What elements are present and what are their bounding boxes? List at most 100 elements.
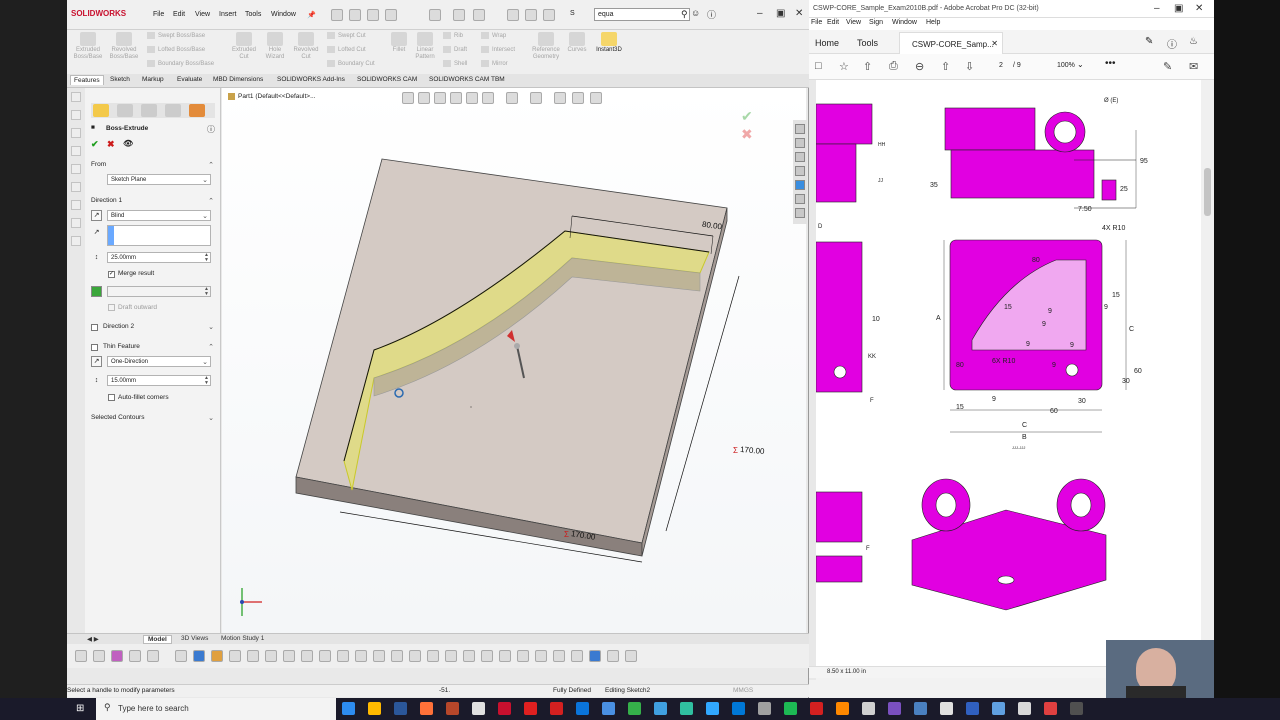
app-icon[interactable] xyxy=(758,702,771,715)
wrap-button[interactable]: Wrap xyxy=(481,32,506,39)
app-icon[interactable] xyxy=(472,702,485,715)
sketch-tool-icon[interactable] xyxy=(319,650,331,662)
status-units[interactable]: MMGS xyxy=(733,687,753,694)
pm-help-icon[interactable]: ⓘ xyxy=(207,124,215,135)
depth-input[interactable]: 25.00mm ▲ ▼ xyxy=(107,252,211,263)
extruded-boss-button[interactable]: Extruded Boss/Base xyxy=(71,32,105,61)
front-plane-icon[interactable] xyxy=(71,182,81,192)
tab-home[interactable]: Home xyxy=(815,38,839,48)
display-manager-tab-icon[interactable] xyxy=(189,104,205,117)
zoom-out-icon[interactable]: ⊖ xyxy=(915,60,924,73)
design-library-icon[interactable] xyxy=(795,138,805,148)
revolved-boss-button[interactable]: Revolved Boss/Base xyxy=(107,32,141,61)
menu-file[interactable]: File xyxy=(153,11,164,18)
tab-solidworks-addins[interactable]: SOLIDWORKS Add-Ins xyxy=(277,76,345,83)
scroll-thumb[interactable] xyxy=(1204,168,1211,216)
sketch-tool-icon[interactable] xyxy=(193,650,205,662)
app-icon[interactable] xyxy=(732,702,745,715)
draft-angle-input[interactable]: ▲ ▼ xyxy=(107,286,211,297)
word-icon[interactable] xyxy=(394,702,407,715)
menu-view[interactable]: View xyxy=(195,11,210,18)
powerpoint-icon[interactable] xyxy=(446,702,459,715)
help-icon[interactable]: ⓘ xyxy=(1167,36,1177,51)
home-icon[interactable] xyxy=(331,9,343,21)
spinner-icon[interactable]: ▲ ▼ xyxy=(204,253,209,263)
menu-edit[interactable]: Edit xyxy=(173,11,185,18)
from-select[interactable]: Sketch Plane ⌄ xyxy=(107,174,211,185)
page-number-input[interactable]: 2 xyxy=(999,62,1003,69)
acro-menu-help[interactable]: Help xyxy=(926,19,940,26)
windows-start-icon[interactable]: ⊞ xyxy=(76,703,84,714)
sketch-tool-icon[interactable] xyxy=(553,650,565,662)
lofted-boss-button[interactable]: Lofted Boss/Base xyxy=(147,46,205,53)
menu-insert[interactable]: Insert xyxy=(219,11,237,18)
sw-resources-icon[interactable] xyxy=(795,124,805,134)
solidworks-icon[interactable] xyxy=(498,702,511,715)
linear-pattern-button[interactable]: Linear Pattern xyxy=(411,32,439,61)
sensors-icon[interactable] xyxy=(71,128,81,138)
sketch-tool-icon[interactable] xyxy=(211,650,223,662)
bookmark-star-icon[interactable]: ☆ xyxy=(839,60,849,73)
vlc-icon[interactable] xyxy=(836,702,849,715)
save-icon[interactable] xyxy=(385,9,397,21)
acro-menu-sign[interactable]: Sign xyxy=(869,19,883,26)
reverse-direction-icon[interactable]: ↗ xyxy=(91,210,102,221)
preview-eye-icon[interactable]: 👁 xyxy=(123,139,133,148)
search-icon[interactable]: ⚲ xyxy=(681,9,688,20)
boundary-boss-button[interactable]: Boundary Boss/Base xyxy=(147,60,214,67)
file-properties-icon[interactable] xyxy=(525,9,537,21)
sketch-tool-icon[interactable] xyxy=(75,650,87,662)
custom-properties-icon[interactable] xyxy=(795,194,805,204)
tab-motion-study[interactable]: Motion Study 1 xyxy=(221,635,264,642)
property-manager-tab-icon[interactable] xyxy=(117,104,133,117)
direction-vector-field[interactable] xyxy=(107,225,211,246)
close-icon[interactable]: ✕ xyxy=(1195,3,1203,14)
sketch-tool-icon[interactable] xyxy=(283,650,295,662)
app-icon[interactable] xyxy=(1018,702,1031,715)
pin-icon[interactable]: 📌 xyxy=(307,11,316,19)
app-icon[interactable] xyxy=(888,702,901,715)
user-icon[interactable]: ☺ xyxy=(691,8,700,18)
sw-search-input[interactable]: equa xyxy=(594,8,690,21)
lofted-cut-button[interactable]: Lofted Cut xyxy=(327,46,366,53)
app-icon[interactable] xyxy=(1070,702,1083,715)
save-icon[interactable]: □ xyxy=(815,60,822,72)
swept-boss-button[interactable]: Swept Boss/Base xyxy=(147,32,205,39)
document-tab[interactable]: CSWP-CORE_Samp... ✕ xyxy=(899,32,1003,54)
material-icon[interactable] xyxy=(71,164,81,174)
open-icon[interactable] xyxy=(367,9,379,21)
curves-button[interactable]: Curves xyxy=(565,32,589,54)
annotations-icon[interactable] xyxy=(71,146,81,156)
acrobat-nav-pane[interactable] xyxy=(809,80,816,680)
tab-model[interactable]: Model xyxy=(143,635,172,644)
selected-contours-section-header[interactable]: Selected Contours ⌄ xyxy=(91,414,216,422)
sketch-tool-icon[interactable] xyxy=(499,650,511,662)
auto-fillet-checkbox[interactable] xyxy=(108,394,115,401)
app-icon[interactable] xyxy=(654,702,667,715)
sketch-tool-icon[interactable] xyxy=(229,650,241,662)
task-view-icon[interactable] xyxy=(342,702,355,715)
app-icon[interactable] xyxy=(914,702,927,715)
spinner-icon[interactable]: ▲ ▼ xyxy=(204,287,209,297)
right-plane-icon[interactable] xyxy=(71,218,81,228)
sketch-tool-icon[interactable] xyxy=(355,650,367,662)
config-manager-tab-icon[interactable] xyxy=(141,104,157,117)
direction2-section-header[interactable]: Direction 2 ⌄ xyxy=(91,323,216,331)
app-icon[interactable] xyxy=(680,702,693,715)
app-icon[interactable] xyxy=(862,702,875,715)
options-gear-icon[interactable] xyxy=(543,9,555,21)
sketch-tool-icon[interactable] xyxy=(481,650,493,662)
sketch-tool-icon[interactable] xyxy=(625,650,637,662)
acro-menu-window[interactable]: Window xyxy=(892,19,917,26)
draft-toggle-icon[interactable] xyxy=(91,286,102,297)
app-icon[interactable] xyxy=(940,702,953,715)
rebuild-icon[interactable] xyxy=(507,9,519,21)
solidworks-forum-icon[interactable] xyxy=(795,208,805,218)
sketch-tool-icon[interactable] xyxy=(373,650,385,662)
draft-button[interactable]: Draft xyxy=(443,46,467,53)
sketch-tool-icon[interactable] xyxy=(571,650,583,662)
tab-solidworks-cam[interactable]: SOLIDWORKS CAM xyxy=(357,76,417,83)
thin-feature-section-header[interactable]: Thin Feature ⌃ xyxy=(91,343,216,351)
thin-reverse-icon[interactable]: ↗ xyxy=(91,356,102,367)
cancel-x-icon[interactable]: ✖ xyxy=(107,139,115,150)
